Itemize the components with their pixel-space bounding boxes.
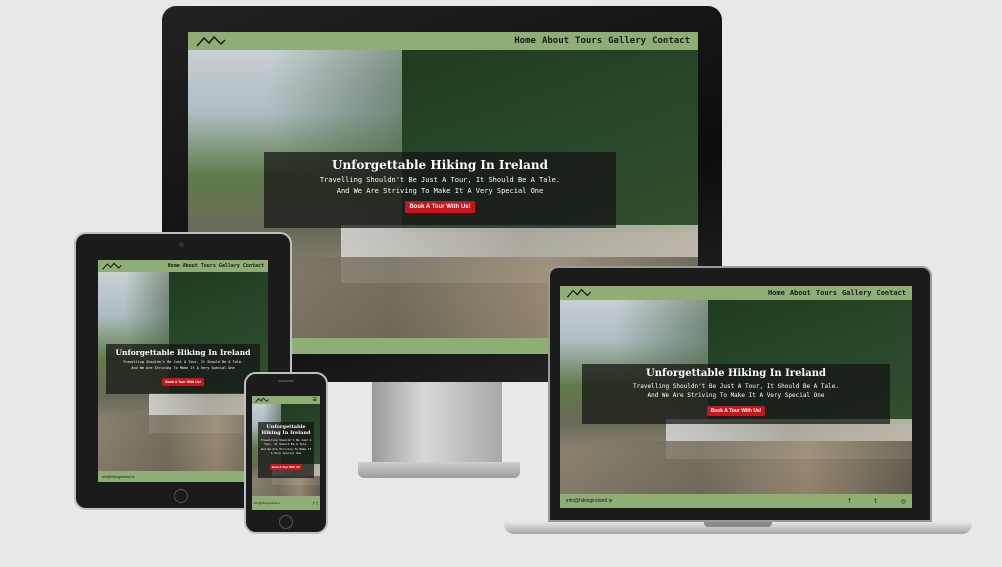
book-tour-button[interactable]: Book A Tour With Us! — [269, 464, 303, 470]
tablet-screen: Home About Tours Gallery Contact Unforge… — [98, 260, 268, 482]
laptop: Home About Tours Gallery Contact Unforge… — [504, 266, 972, 538]
phone-social: f t — [311, 501, 318, 506]
laptop-logo[interactable] — [566, 288, 592, 298]
nav-tours[interactable]: Tours — [201, 263, 216, 269]
phone-navbar: ☰ — [252, 396, 320, 404]
facebook-icon[interactable]: f — [848, 498, 850, 505]
phone-speaker — [278, 380, 294, 382]
phone-hero: Unforgettable Hiking In Ireland Travelli… — [258, 422, 314, 478]
twitter-icon[interactable]: t — [874, 498, 876, 505]
hamburger-menu-icon[interactable]: ☰ — [313, 397, 317, 403]
nav-home[interactable]: Home — [768, 289, 785, 297]
hero-title: Unforgettable Hiking In Ireland — [261, 424, 311, 436]
footer-contact[interactable]: info@hikingireland.ie — [566, 498, 613, 504]
hero-tagline-1: Travelling Shouldn't Be Just A Tour, It … — [122, 360, 244, 364]
tablet-navbar: Home About Tours Gallery Contact — [98, 260, 268, 272]
hero-title: Unforgettable Hiking In Ireland — [115, 348, 251, 357]
desktop-hero: Unforgettable Hiking In Ireland Travelli… — [264, 152, 616, 228]
twitter-icon[interactable]: t — [316, 501, 318, 506]
nav-home[interactable]: Home — [168, 263, 180, 269]
laptop-nav-links: Home About Tours Gallery Contact — [763, 289, 906, 297]
tablet-site: Home About Tours Gallery Contact Unforge… — [98, 260, 268, 482]
desktop-navbar: Home About Tours Gallery Contact — [188, 32, 698, 50]
nav-tours[interactable]: Tours — [575, 36, 602, 46]
monitor-stand-neck — [372, 382, 502, 468]
laptop-social: f t ◎ — [824, 498, 906, 505]
book-tour-button[interactable]: Book A Tour With Us! — [405, 201, 475, 213]
mountain-logo-icon — [102, 262, 122, 270]
nav-gallery[interactable]: Gallery — [842, 289, 872, 297]
hero-tagline-1: Travelling Shouldn't Be Just A Tour, It … — [633, 383, 839, 390]
hero-tagline-2: And We Are Striving To Make It A Very Sp… — [131, 366, 235, 370]
nav-about[interactable]: About — [542, 36, 569, 46]
phone: ☰ Unforgettable Hiking In Ireland Travel… — [244, 372, 328, 534]
nav-contact[interactable]: Contact — [876, 289, 906, 297]
mountain-logo-icon — [566, 288, 592, 298]
tablet-home-button[interactable] — [174, 489, 188, 503]
nav-gallery[interactable]: Gallery — [608, 36, 646, 46]
footer-contact[interactable]: info@hikingireland.ie — [254, 501, 280, 505]
laptop-screen: Home About Tours Gallery Contact Unforge… — [560, 286, 912, 508]
phone-screen: ☰ Unforgettable Hiking In Ireland Travel… — [252, 396, 320, 510]
instagram-icon[interactable]: ◎ — [901, 498, 906, 505]
laptop-navbar: Home About Tours Gallery Contact — [560, 286, 912, 300]
hero-tagline-2: And We Are Striving To Make It A Very Sp… — [647, 392, 825, 399]
facebook-icon[interactable]: f — [313, 501, 314, 506]
phone-logo[interactable] — [255, 397, 269, 403]
hero-title: Unforgettable Hiking In Ireland — [646, 368, 826, 379]
site-logo[interactable] — [196, 35, 226, 47]
tablet-camera — [179, 242, 184, 247]
tablet-nav-links: Home About Tours Gallery Contact — [165, 263, 264, 269]
nav-contact[interactable]: Contact — [652, 36, 690, 46]
mountain-logo-icon — [255, 397, 269, 403]
hero-tagline-1: Travelling Shouldn't Be Just A Tour, It … — [319, 176, 561, 184]
laptop-trackpad-notch — [704, 522, 772, 527]
nav-contact[interactable]: Contact — [243, 263, 264, 269]
tablet-footer: info@hikingireland.ie f t — [98, 471, 268, 482]
nav-about[interactable]: About — [183, 263, 198, 269]
laptop-footer: info@hikingireland.ie f t ◎ — [560, 494, 912, 508]
hero-tagline-2: And We Are Striving To Make It A Very Sp… — [336, 187, 544, 195]
book-tour-button[interactable]: Book A Tour With Us! — [706, 406, 766, 416]
phone-footer: info@hikingireland.ie f t — [252, 496, 320, 510]
tablet-logo[interactable] — [102, 262, 122, 270]
phone-home-button[interactable] — [279, 515, 293, 529]
mountain-logo-icon — [196, 35, 226, 47]
laptop-site: Home About Tours Gallery Contact Unforge… — [560, 286, 912, 508]
phone-site: ☰ Unforgettable Hiking In Ireland Travel… — [252, 396, 320, 510]
book-tour-button[interactable]: Book A Tour With Us! — [162, 378, 204, 386]
monitor-stand-base — [358, 462, 520, 478]
nav-about[interactable]: About — [790, 289, 811, 297]
nav-tours[interactable]: Tours — [816, 289, 837, 297]
footer-contact[interactable]: info@hikingireland.ie — [102, 475, 135, 479]
hero-tagline-2: And We Are Striving To Make It A Very Sp… — [260, 447, 312, 455]
hero-title: Unforgettable Hiking In Ireland — [332, 158, 548, 172]
laptop-hero: Unforgettable Hiking In Ireland Travelli… — [582, 364, 890, 424]
desktop-nav-links: Home About Tours Gallery Contact — [508, 36, 690, 46]
nav-gallery[interactable]: Gallery — [219, 263, 240, 269]
hero-tagline-1: Travelling Shouldn't Be Just A Tour, It … — [260, 438, 312, 446]
tablet-hero: Unforgettable Hiking In Ireland Travelli… — [106, 344, 260, 394]
nav-home[interactable]: Home — [514, 36, 536, 46]
